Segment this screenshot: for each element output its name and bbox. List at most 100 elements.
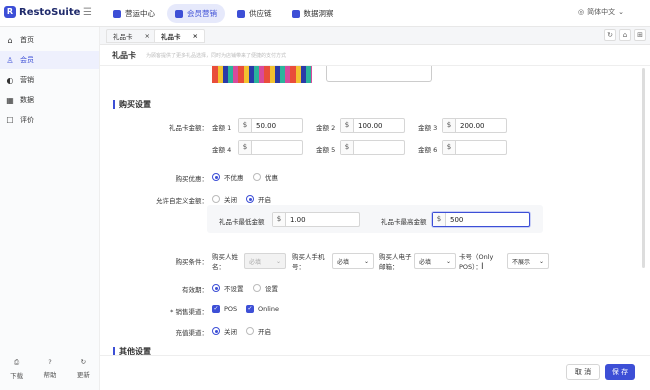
sidebar-item-data[interactable]: ▦ 数据 <box>0 91 99 109</box>
logo-mark: R <box>4 6 16 18</box>
radio-label: 不设置 <box>224 285 244 293</box>
max-amount-input[interactable]: $500 <box>432 212 530 227</box>
save-button[interactable]: 保 存 <box>605 364 635 380</box>
recharge-on-radio[interactable]: 开启 <box>246 326 271 336</box>
close-icon[interactable]: × <box>145 32 150 40</box>
chevron-down-icon: ⌄ <box>618 8 624 16</box>
text-cursor-icon: I <box>481 262 484 272</box>
amount-2-input[interactable]: $100.00 <box>340 118 405 133</box>
currency-prefix: $ <box>443 119 456 132</box>
expiry-set-radio[interactable]: 设置 <box>253 283 278 293</box>
channel-online-checkbox[interactable]: ✓ Online <box>246 305 279 313</box>
topnav-label: 数据洞察 <box>303 9 334 18</box>
amount-1-value: 50.00 <box>256 121 277 130</box>
sidebar-item-marketing[interactable]: ◐ 营销 <box>0 71 99 89</box>
amount-6-label: 金额 6 <box>418 146 438 154</box>
radio-icon <box>212 327 220 335</box>
radio-icon <box>212 195 220 203</box>
buyer-phone-select[interactable]: 必填 ⌄ <box>332 253 374 269</box>
language-label: 简体中文 <box>587 8 616 16</box>
amount-4-label: 金额 4 <box>212 146 232 154</box>
select-value: 必填 <box>419 258 432 266</box>
update-button[interactable]: ↻ 更新 <box>77 358 90 380</box>
topnav-label: 供应链 <box>249 9 272 18</box>
footer-bar: 取 消 保 存 <box>100 355 650 390</box>
radio-icon <box>212 173 220 181</box>
sidebar-item-home[interactable]: ⌂ 首页 <box>0 31 99 49</box>
section-purchase-settings: 购买设置 <box>113 99 151 110</box>
chevron-down-icon: ⌄ <box>445 257 451 265</box>
cancel-button[interactable]: 取 消 <box>566 364 600 380</box>
tab-label: 礼品卡 <box>161 33 181 41</box>
tab-gift-card-1[interactable]: 礼品卡 × <box>106 29 157 43</box>
download-button[interactable]: ⎙ 下载 <box>10 358 23 380</box>
amount-5-input[interactable]: $ <box>340 140 405 155</box>
collapse-icon[interactable]: ☰ <box>83 7 92 18</box>
member-icon: ♙ <box>6 55 14 65</box>
chevron-down-icon: ⌄ <box>538 257 544 265</box>
buyer-name-label: 购买人姓名： <box>212 253 238 271</box>
checkbox-label: Online <box>258 305 279 313</box>
help-button[interactable]: ? 帮助 <box>43 358 56 380</box>
tab-gift-card-2[interactable]: 礼品卡 × <box>154 29 205 43</box>
card-number-select[interactable]: 不展示 ⌄ <box>507 253 549 269</box>
sidebar-item-reviews[interactable]: ☐ 评价 <box>0 111 99 129</box>
conditions-label: 购买条件： <box>175 258 209 266</box>
min-amount-input[interactable]: $1.00 <box>272 212 360 227</box>
sidebar-item-member[interactable]: ♙ 会员 <box>0 51 99 69</box>
topnav-operations[interactable]: 营运中心 <box>105 4 163 23</box>
amount-6-input[interactable]: $ <box>442 140 507 155</box>
radio-label: 开启 <box>258 196 271 204</box>
page-title: 礼品卡 <box>112 51 136 60</box>
sidebar-footer: ⎙ 下载 ? 帮助 ↻ 更新 <box>0 358 100 380</box>
select-value: 不展示 <box>512 258 531 266</box>
currency-prefix: $ <box>273 213 286 226</box>
buyer-email-select[interactable]: 必填 ⌄ <box>414 253 456 269</box>
app-logo[interactable]: R RestoSuite <box>4 6 80 18</box>
member-marketing-icon <box>175 9 183 18</box>
section-title: 购买设置 <box>119 100 151 109</box>
sidebar-item-label: 营销 <box>20 76 34 84</box>
operations-icon <box>113 9 121 18</box>
close-icon[interactable]: × <box>193 32 198 40</box>
download-icon: ⎙ <box>14 358 20 366</box>
custom-off-radio[interactable]: 关闭 <box>212 194 237 204</box>
app-name: RestoSuite <box>19 6 81 18</box>
topnav-data-insights[interactable]: 数据洞察 <box>284 4 342 23</box>
select-value: 必填 <box>337 258 350 266</box>
update-icon: ↻ <box>80 358 87 366</box>
topnav-supply-chain[interactable]: 供应链 <box>229 4 280 23</box>
chevron-down-icon: ⌄ <box>363 257 369 265</box>
amount-4-input[interactable]: $ <box>238 140 303 155</box>
buyer-name-select[interactable]: 必填 ⌄ <box>244 253 286 269</box>
help-label: 帮助 <box>43 371 57 379</box>
section-marker <box>113 100 115 109</box>
checkbox-label: POS <box>224 305 238 313</box>
grid-icon[interactable]: ⊞ <box>634 29 646 41</box>
discount-yes-radio[interactable]: 优惠 <box>253 172 278 182</box>
amount-1-label: 金额 1 <box>212 124 232 132</box>
amount-2-label: 金额 2 <box>316 124 336 132</box>
max-amount-label: 礼品卡最高金额 <box>381 218 427 226</box>
data-icon: ▦ <box>6 95 14 105</box>
topnav-member-marketing[interactable]: 会员营销 <box>167 4 225 23</box>
channel-pos-checkbox[interactable]: ✓ POS <box>212 305 237 313</box>
marketing-icon: ◐ <box>6 75 14 85</box>
discount-none-radio[interactable]: 不优惠 <box>212 172 244 182</box>
tab-tools: ↻ ⌂ ⊞ <box>604 29 646 41</box>
currency-prefix: $ <box>239 119 252 132</box>
recharge-off-radio[interactable]: 关闭 <box>212 326 237 336</box>
custom-amount-label: 允许自定义金额： <box>156 197 208 205</box>
home-tab-icon[interactable]: ⌂ <box>619 29 631 41</box>
buyer-email-label: 购买人电子邮箱： <box>379 253 412 271</box>
image-frame <box>326 66 432 82</box>
custom-on-radio[interactable]: 开启 <box>246 194 271 204</box>
expiry-none-radio[interactable]: 不设置 <box>212 283 244 293</box>
scrollbar[interactable] <box>642 68 645 268</box>
sidebar-item-label: 数据 <box>20 96 34 104</box>
language-switcher[interactable]: ◎ 简体中文 ⌄ <box>578 7 624 17</box>
amount-1-input[interactable]: $50.00 <box>238 118 303 133</box>
amount-3-input[interactable]: $200.00 <box>442 118 507 133</box>
tab-bar: 礼品卡 × 礼品卡 × ↻ ⌂ ⊞ <box>100 27 650 45</box>
refresh-icon[interactable]: ↻ <box>604 29 616 41</box>
